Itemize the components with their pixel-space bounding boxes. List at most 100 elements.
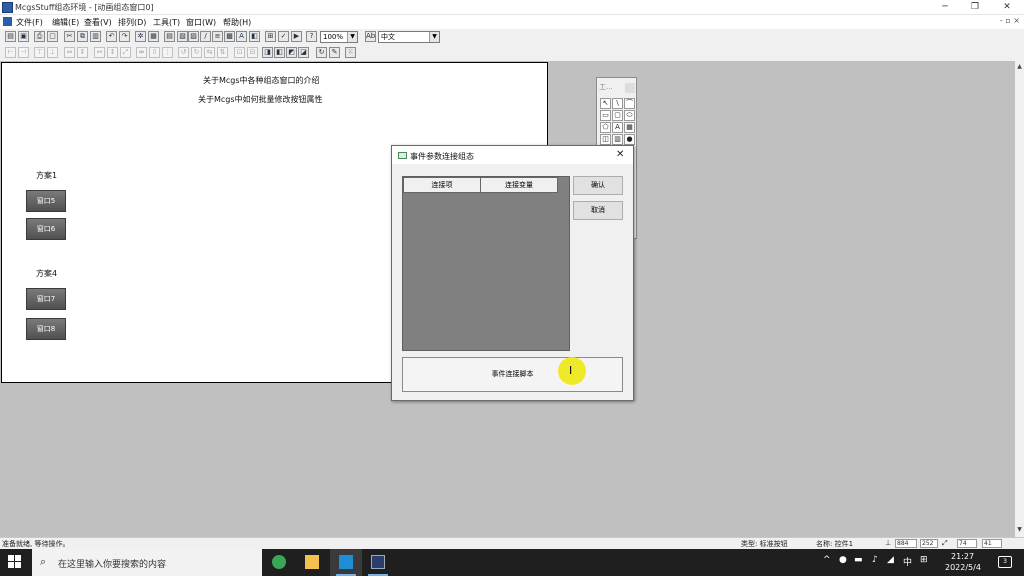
cut-icon[interactable]: ✂ xyxy=(64,31,75,42)
center-h-icon[interactable]: ⇔ xyxy=(64,47,75,58)
connection-list[interactable]: 连接项 连接变量 xyxy=(402,176,570,351)
mdi-child-controls[interactable]: - ▫ × xyxy=(1000,16,1020,25)
chevron-down-icon[interactable]: ▼ xyxy=(429,32,439,42)
vertical-scrollbar[interactable]: ▲ ▼ xyxy=(1015,61,1024,537)
clock-date[interactable]: 2022/5/4 xyxy=(945,563,981,572)
taskbar-app-browser[interactable] xyxy=(263,549,295,576)
bitmap-icon[interactable]: ▦ xyxy=(624,122,635,133)
color-icon[interactable]: ◧ xyxy=(249,31,260,42)
run-icon[interactable]: ▶ xyxy=(291,31,302,42)
undo-icon[interactable]: ↶ xyxy=(106,31,117,42)
volume-icon[interactable]: ♪ xyxy=(872,555,878,565)
same-height-icon[interactable]: ↕ xyxy=(107,47,118,58)
print-icon[interactable]: ⎙ xyxy=(34,31,45,42)
close-button[interactable]: ✕ xyxy=(990,0,1024,15)
rectangle-icon[interactable]: ▭ xyxy=(600,110,611,121)
lock-icon[interactable]: ⊡ xyxy=(234,47,245,58)
align-top-icon[interactable]: ⊤ xyxy=(34,47,45,58)
align-right-icon[interactable]: ⊣ xyxy=(18,47,29,58)
rotate-right-icon[interactable]: ↻ xyxy=(191,47,202,58)
column-header-connection[interactable]: 连接项 xyxy=(403,177,481,193)
font-icon[interactable]: A xyxy=(236,31,247,42)
menu-tools[interactable]: 工具(T) xyxy=(153,17,180,28)
window-8-button[interactable]: 窗口8 xyxy=(26,318,66,340)
center-v-icon[interactable]: ⇕ xyxy=(77,47,88,58)
fill-icon[interactable]: ▩ xyxy=(224,31,235,42)
same-size-icon[interactable]: ⤢ xyxy=(120,47,131,58)
maximize-button[interactable]: ❐ xyxy=(958,0,992,15)
ime-mode-icon[interactable]: ⊞ xyxy=(920,555,928,565)
preview-icon[interactable]: ▢ xyxy=(47,31,58,42)
align-icon[interactable]: ▤ xyxy=(164,31,175,42)
font-combo[interactable]: 中文 ▼ xyxy=(378,31,440,43)
menu-arrange[interactable]: 排列(D) xyxy=(118,17,146,28)
zoom-combo[interactable]: 100% ▼ xyxy=(320,31,358,43)
line-color-icon[interactable]: / xyxy=(200,31,211,42)
dialog-close-icon[interactable]: ✕ xyxy=(616,149,624,160)
network-icon[interactable]: ◢ xyxy=(887,555,894,565)
align-bottom-icon[interactable]: ⊥ xyxy=(47,47,58,58)
notification-icon[interactable]: 3 xyxy=(998,556,1012,568)
minimize-button[interactable]: ─ xyxy=(928,0,962,15)
check-icon[interactable]: ✓ xyxy=(278,31,289,42)
save-icon[interactable]: ▣ xyxy=(18,31,29,42)
cancel-button[interactable]: 取消 xyxy=(573,201,623,220)
space-v-icon[interactable]: ⇳ xyxy=(149,47,160,58)
tools-icon[interactable]: ✲ xyxy=(135,31,146,42)
line-type-icon[interactable]: ≡ xyxy=(212,31,223,42)
menu-help[interactable]: 帮助(H) xyxy=(223,17,251,28)
window-5-button[interactable]: 窗口5 xyxy=(26,190,66,212)
copy-icon[interactable]: ⧉ xyxy=(77,31,88,42)
flip-v-icon[interactable]: ⇅ xyxy=(217,47,228,58)
clock-time[interactable]: 21:27 xyxy=(951,552,974,561)
taskbar-app-mcgs[interactable] xyxy=(330,549,362,576)
battery-icon[interactable]: ▬ xyxy=(854,555,863,565)
new-icon[interactable]: ▤ xyxy=(5,31,16,42)
column-header-variable[interactable]: 连接变量 xyxy=(480,177,558,193)
globe-icon[interactable]: ● xyxy=(624,134,635,145)
pointer-icon[interactable]: ↖ xyxy=(600,98,611,109)
chevron-down-icon[interactable]: ▼ xyxy=(347,32,357,42)
arc-icon[interactable]: ⌒ xyxy=(624,98,635,109)
component-icon[interactable]: ◫ xyxy=(600,134,611,145)
bring-front-icon[interactable]: ◨ xyxy=(262,47,273,58)
scroll-down-icon[interactable]: ▼ xyxy=(1015,526,1024,535)
ime-indicator[interactable]: 中 xyxy=(903,555,912,568)
microphone-icon[interactable]: ● xyxy=(839,555,847,565)
space-h-icon[interactable]: ⇹ xyxy=(136,47,147,58)
text-style-icon[interactable]: Ab xyxy=(365,31,376,42)
grid-dots-icon[interactable]: ⁙ xyxy=(345,47,356,58)
taskbar-app-explorer[interactable] xyxy=(296,549,328,576)
rotate-left-icon[interactable]: ↺ xyxy=(178,47,189,58)
unlock-icon[interactable]: ⊟ xyxy=(247,47,258,58)
forward-icon[interactable]: ◩ xyxy=(286,47,297,58)
tray-chevron-up-icon[interactable]: ^ xyxy=(823,555,831,565)
text-tool-icon[interactable]: A xyxy=(612,122,623,133)
grid-icon[interactable]: ⊞ xyxy=(265,31,276,42)
refresh-icon[interactable]: ↻ xyxy=(316,47,327,58)
align-left-icon[interactable]: ⊢ xyxy=(5,47,16,58)
window-icon[interactable]: ▦ xyxy=(148,31,159,42)
scroll-up-icon[interactable]: ▲ xyxy=(1015,63,1024,72)
backward-icon[interactable]: ◪ xyxy=(298,47,309,58)
ok-button[interactable]: 确认 xyxy=(573,176,623,195)
taskbar-search-box[interactable]: ⌕ 在这里输入你要搜索的内容 xyxy=(32,549,262,576)
group-icon[interactable]: ▧ xyxy=(177,31,188,42)
menu-window[interactable]: 窗口(W) xyxy=(186,17,216,28)
window-7-button[interactable]: 窗口7 xyxy=(26,288,66,310)
help-icon[interactable]: ? xyxy=(306,31,317,42)
ellipse-icon[interactable]: ⬭ xyxy=(624,110,635,121)
event-script-button[interactable]: 事件连接脚本 xyxy=(402,357,623,392)
same-width-icon[interactable]: ↔ xyxy=(94,47,105,58)
paste-icon[interactable]: ▥ xyxy=(90,31,101,42)
windows-start-icon[interactable] xyxy=(8,555,23,570)
rounded-rect-icon[interactable]: ▢ xyxy=(612,110,623,121)
polygon-icon[interactable]: ⬠ xyxy=(600,122,611,133)
line-icon[interactable]: \ xyxy=(612,98,623,109)
flip-h-icon[interactable]: ⇆ xyxy=(204,47,215,58)
property-icon[interactable]: ✎ xyxy=(329,47,340,58)
toolbox-close-icon[interactable] xyxy=(625,83,635,93)
menu-file[interactable]: 文件(F) xyxy=(16,17,43,28)
menu-edit[interactable]: 编辑(E) xyxy=(52,17,79,28)
redo-icon[interactable]: ↷ xyxy=(119,31,130,42)
